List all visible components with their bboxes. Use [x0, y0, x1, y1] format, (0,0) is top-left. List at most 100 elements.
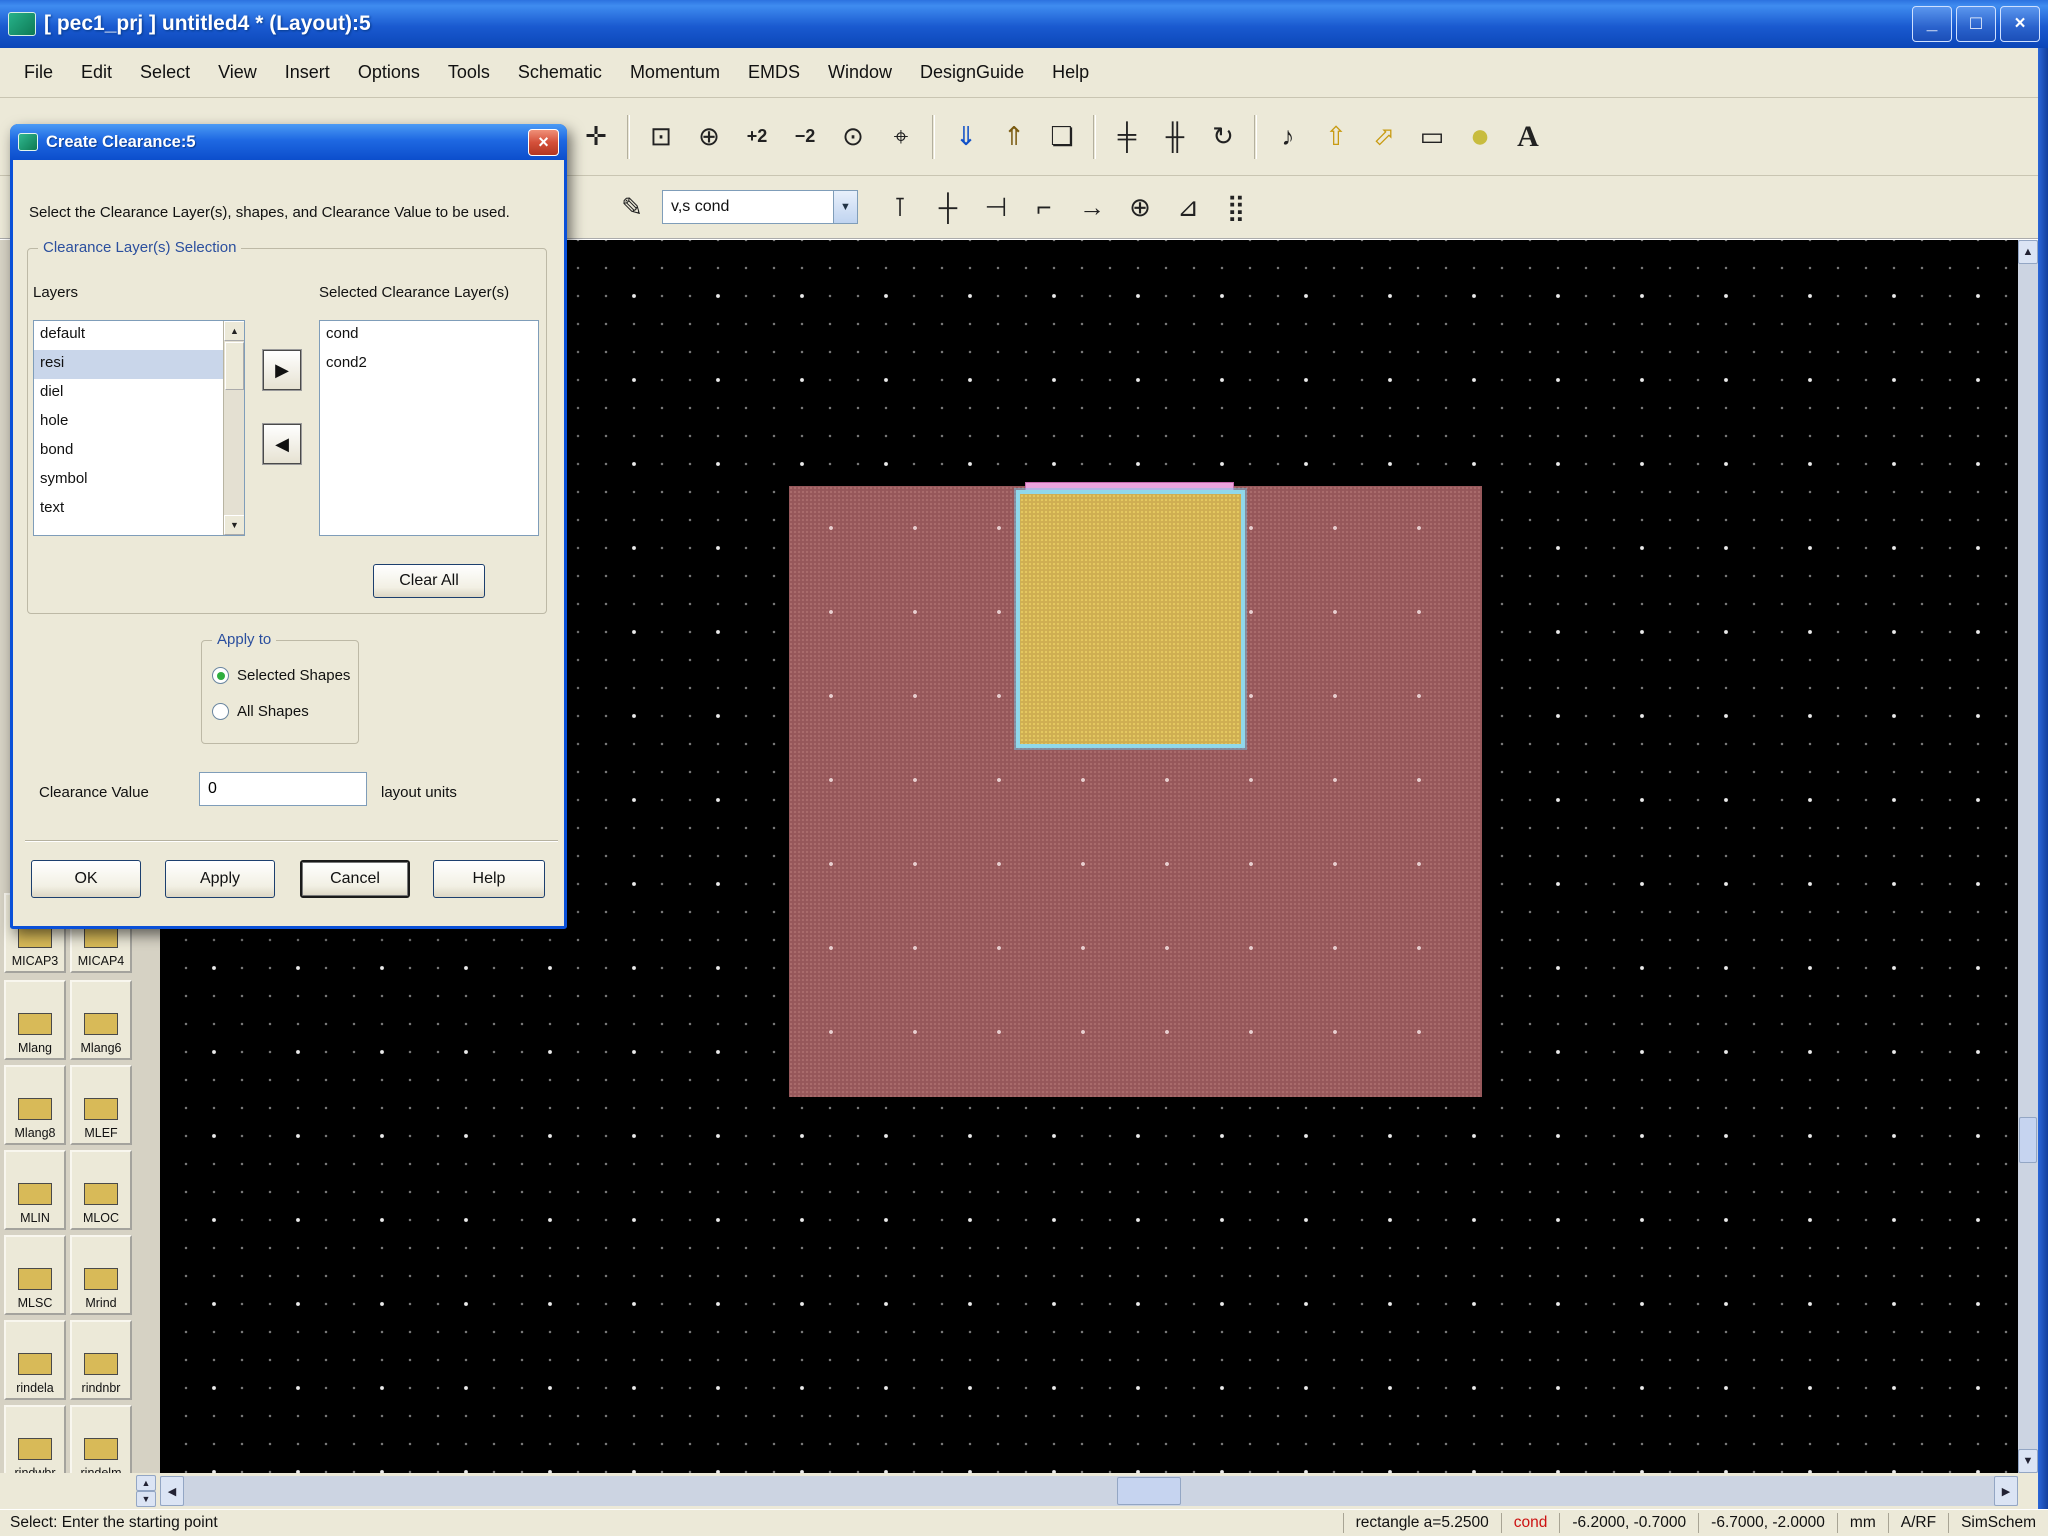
- vertical-scrollbar[interactable]: ▲ ▼: [2018, 240, 2038, 1473]
- menu-momentum[interactable]: Momentum: [616, 56, 734, 89]
- palette-item-mlef[interactable]: MLEF: [70, 1065, 132, 1145]
- menu-help[interactable]: Help: [1038, 56, 1103, 89]
- arrow-ne-icon[interactable]: ⇧: [1352, 105, 1416, 169]
- layer-item-default[interactable]: default: [34, 321, 223, 350]
- dialog-title-bar[interactable]: Create Clearance:5 ×: [10, 124, 567, 160]
- horizontal-scroll-thumb[interactable]: [1117, 1477, 1181, 1505]
- palette-scroll-up-icon[interactable]: ▲: [136, 1475, 156, 1491]
- rectangle-tool-icon[interactable]: ▭: [1410, 114, 1454, 160]
- zoom-area-icon[interactable]: ⊡: [639, 114, 683, 160]
- cancel-button[interactable]: Cancel: [300, 860, 410, 898]
- ok-button[interactable]: OK: [31, 860, 141, 898]
- insert-tee-icon[interactable]: ⊣: [974, 184, 1018, 230]
- grid-settings-icon[interactable]: ⣿: [1214, 184, 1258, 230]
- menu-tools[interactable]: Tools: [434, 56, 504, 89]
- insert-cross-icon[interactable]: ┼: [926, 184, 970, 230]
- apply-button[interactable]: Apply: [165, 860, 275, 898]
- palette-scroll-control[interactable]: ▲ ▼: [136, 1475, 156, 1507]
- layer-item-bond[interactable]: bond: [34, 437, 223, 466]
- palette-item-rindela[interactable]: rindela: [4, 1320, 66, 1400]
- add-layer-button[interactable]: ▶: [263, 350, 301, 390]
- copy-page-icon[interactable]: ❏: [1040, 114, 1084, 160]
- chevron-down-icon[interactable]: ▼: [833, 191, 857, 223]
- layer-select-dropdown[interactable]: v,s cond ▼: [662, 190, 858, 224]
- status-coordinate-b: -6.7000, -2.0000: [1698, 1513, 1837, 1533]
- menu-options[interactable]: Options: [344, 56, 434, 89]
- import-icon[interactable]: ⇓: [944, 114, 988, 160]
- listbox-scroll-up-icon[interactable]: ▲: [224, 321, 245, 341]
- zoom-point-icon[interactable]: ⊙: [831, 114, 875, 160]
- listbox-scroll-thumb[interactable]: [225, 342, 244, 390]
- layer-item-resi[interactable]: resi: [34, 350, 223, 379]
- scroll-down-icon[interactable]: ▼: [2018, 1449, 2038, 1473]
- pencil-icon[interactable]: ✎: [610, 184, 654, 230]
- status-units: mm: [1837, 1513, 1888, 1533]
- palette-item-mlang[interactable]: Mlang: [4, 980, 66, 1060]
- insert-angle-icon[interactable]: ⊿: [1166, 184, 1210, 230]
- selected-shapes-radio[interactable]: [212, 667, 229, 684]
- layer-item-text[interactable]: text: [34, 495, 223, 524]
- menu-file[interactable]: File: [10, 56, 67, 89]
- menu-window[interactable]: Window: [814, 56, 906, 89]
- palette-item-rindnbr[interactable]: rindnbr: [70, 1320, 132, 1400]
- help-button[interactable]: Help: [433, 860, 545, 898]
- pan-icon[interactable]: ✛: [574, 114, 618, 160]
- zoom-in-2x-icon[interactable]: +2: [735, 114, 779, 160]
- arrow-up-icon[interactable]: ⇧: [1314, 114, 1358, 160]
- layer-item-diel[interactable]: diel: [34, 379, 223, 408]
- palette-item-mlang8[interactable]: Mlang8: [4, 1065, 66, 1145]
- layer-item-hole[interactable]: hole: [34, 408, 223, 437]
- listbox-scrollbar[interactable]: ▲ ▼: [223, 321, 244, 535]
- palette-item-mloc[interactable]: MLOC: [70, 1150, 132, 1230]
- clearance-value-input[interactable]: [199, 772, 367, 806]
- align-horizontal-icon[interactable]: ╪: [1105, 114, 1149, 160]
- zoom-in-icon[interactable]: ⊕: [687, 114, 731, 160]
- insert-arc-icon[interactable]: ⊕: [1118, 184, 1162, 230]
- maximize-button[interactable]: □: [1956, 6, 1996, 42]
- selected-layers-listbox[interactable]: cond cond2: [319, 320, 539, 536]
- export-icon[interactable]: ⇑: [992, 114, 1036, 160]
- clear-all-button[interactable]: Clear All: [373, 564, 485, 598]
- zoom-out-2x-icon[interactable]: −2: [783, 114, 827, 160]
- window-title: [ pec1_prj ] untitled4 * (Layout):5: [44, 12, 1912, 36]
- horizontal-scrollbar[interactable]: ◀ ▶: [160, 1476, 2018, 1506]
- insert-corner-icon[interactable]: ⌐: [1022, 184, 1066, 230]
- close-button[interactable]: ×: [2000, 6, 2040, 42]
- dialog-close-icon[interactable]: ×: [528, 129, 559, 156]
- circle-tool-icon[interactable]: ●: [1458, 114, 1502, 160]
- selected-layer-cond2[interactable]: cond2: [320, 350, 538, 379]
- menu-schematic[interactable]: Schematic: [504, 56, 616, 89]
- palette-item-mlang6[interactable]: Mlang6: [70, 980, 132, 1060]
- minimize-button[interactable]: _: [1912, 6, 1952, 42]
- text-tool-icon[interactable]: A: [1506, 114, 1550, 160]
- palette-item-mrind[interactable]: Mrind: [70, 1235, 132, 1315]
- menu-emds[interactable]: EMDS: [734, 56, 814, 89]
- insert-extend-icon[interactable]: →: [1070, 184, 1114, 230]
- scroll-up-icon[interactable]: ▲: [2018, 240, 2038, 264]
- listbox-scroll-down-icon[interactable]: ▼: [224, 515, 245, 535]
- scroll-left-icon[interactable]: ◀: [160, 1476, 184, 1506]
- rotate-icon[interactable]: ↻: [1201, 114, 1245, 160]
- align-vertical-icon[interactable]: ╫: [1153, 114, 1197, 160]
- vertical-scroll-thumb[interactable]: [2019, 1117, 2037, 1163]
- all-shapes-radio[interactable]: [212, 703, 229, 720]
- trace-icon[interactable]: ♪: [1266, 114, 1310, 160]
- palette-scroll-down-icon[interactable]: ▼: [136, 1491, 156, 1507]
- insert-pin-icon[interactable]: ⊺: [878, 184, 922, 230]
- component-icon: [84, 1098, 118, 1120]
- menu-designguide[interactable]: DesignGuide: [906, 56, 1038, 89]
- remove-layer-button[interactable]: ◀: [263, 424, 301, 464]
- layer-item-symbol[interactable]: symbol: [34, 466, 223, 495]
- zoom-fit-icon[interactable]: ⌖: [879, 114, 923, 160]
- layers-listbox[interactable]: default resi diel hole bond symbol text …: [33, 320, 245, 536]
- status-tool: SimSchem: [1948, 1513, 2048, 1533]
- palette-item-mlsc[interactable]: MLSC: [4, 1235, 66, 1315]
- menu-insert[interactable]: Insert: [271, 56, 344, 89]
- palette-item-mlin[interactable]: MLIN: [4, 1150, 66, 1230]
- menu-select[interactable]: Select: [126, 56, 204, 89]
- selected-conductor-rectangle[interactable]: [1016, 490, 1245, 748]
- scroll-right-icon[interactable]: ▶: [1994, 1476, 2018, 1506]
- selected-layer-cond[interactable]: cond: [320, 321, 538, 350]
- menu-view[interactable]: View: [204, 56, 271, 89]
- menu-edit[interactable]: Edit: [67, 56, 126, 89]
